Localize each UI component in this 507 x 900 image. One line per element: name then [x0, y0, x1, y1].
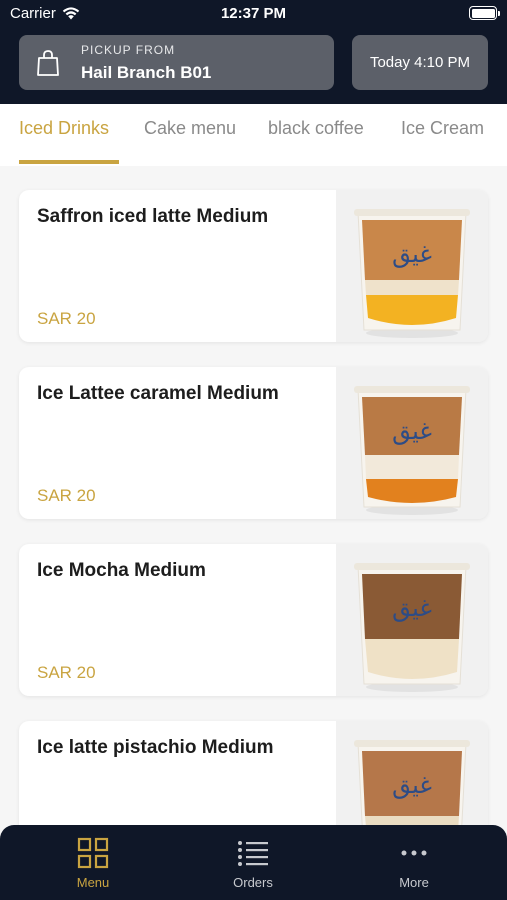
list-icon [238, 841, 268, 866]
svg-text:غيق: غيق [392, 417, 432, 445]
product-photo: غيق [336, 367, 488, 519]
tab-ice-cream[interactable]: Ice Cream [401, 118, 484, 139]
category-tabs: Iced Drinks Cake menu black coffee Ice C… [0, 104, 507, 166]
active-tab-indicator [19, 160, 119, 164]
product-price: SAR 20 [37, 663, 96, 682]
svg-text:غيق: غيق [392, 240, 432, 268]
product-list[interactable]: Saffron iced latte Medium SAR 20 غيق Ice… [0, 166, 507, 826]
pickup-time-label: Today 4:10 PM [369, 54, 471, 71]
tab-cake-menu[interactable]: Cake menu [144, 118, 236, 139]
status-bar: Carrier 12:37 PM [0, 0, 507, 28]
product-price: SAR 20 [37, 486, 96, 505]
nav-orders[interactable]: Orders [203, 837, 303, 890]
product-photo: غيق [336, 721, 488, 826]
pickup-label: PICKUP FROM [81, 43, 176, 57]
product-card[interactable]: Ice Mocha Medium SAR 20 غيق [19, 544, 488, 696]
product-card[interactable]: Ice latte pistachio Medium غيق [19, 721, 488, 826]
svg-text:غيق: غيق [392, 594, 432, 622]
pickup-time-button[interactable]: Today 4:10 PM [352, 35, 488, 90]
nav-more-label: More [399, 875, 429, 890]
product-name: Ice Mocha Medium [37, 560, 206, 581]
product-card[interactable]: Saffron iced latte Medium SAR 20 غيق [19, 190, 488, 342]
nav-menu-label: Menu [76, 875, 110, 890]
nav-menu[interactable]: Menu [43, 837, 143, 890]
battery-icon [469, 6, 500, 20]
product-name: Saffron iced latte Medium [37, 206, 269, 227]
product-photo: غيق [336, 544, 488, 696]
nav-orders-label: Orders [233, 875, 273, 890]
more-icon [401, 850, 427, 856]
product-card[interactable]: Ice Lattee caramel Medium SAR 20 غيق [19, 367, 488, 519]
bottom-tab-bar: Menu Orders More [0, 825, 507, 900]
tab-iced-drinks[interactable]: Iced Drinks [19, 118, 109, 139]
svg-text:غيق: غيق [392, 771, 432, 799]
product-price: SAR 20 [37, 309, 96, 328]
branch-name: Hail Branch B01 [81, 63, 212, 82]
nav-more[interactable]: More [364, 837, 464, 890]
product-name: Ice Lattee caramel Medium [37, 383, 279, 404]
grid-icon [77, 837, 109, 869]
product-photo: غيق [336, 190, 488, 342]
top-header: Carrier 12:37 PM PICKUP FROM Hail Branch… [0, 0, 507, 104]
product-name: Ice latte pistachio Medium [37, 737, 274, 758]
pickup-location-button[interactable]: PICKUP FROM Hail Branch B01 [19, 35, 334, 90]
clock: 12:37 PM [220, 5, 287, 22]
shopping-bag-icon [37, 50, 59, 76]
tab-black-coffee[interactable]: black coffee [268, 118, 364, 139]
